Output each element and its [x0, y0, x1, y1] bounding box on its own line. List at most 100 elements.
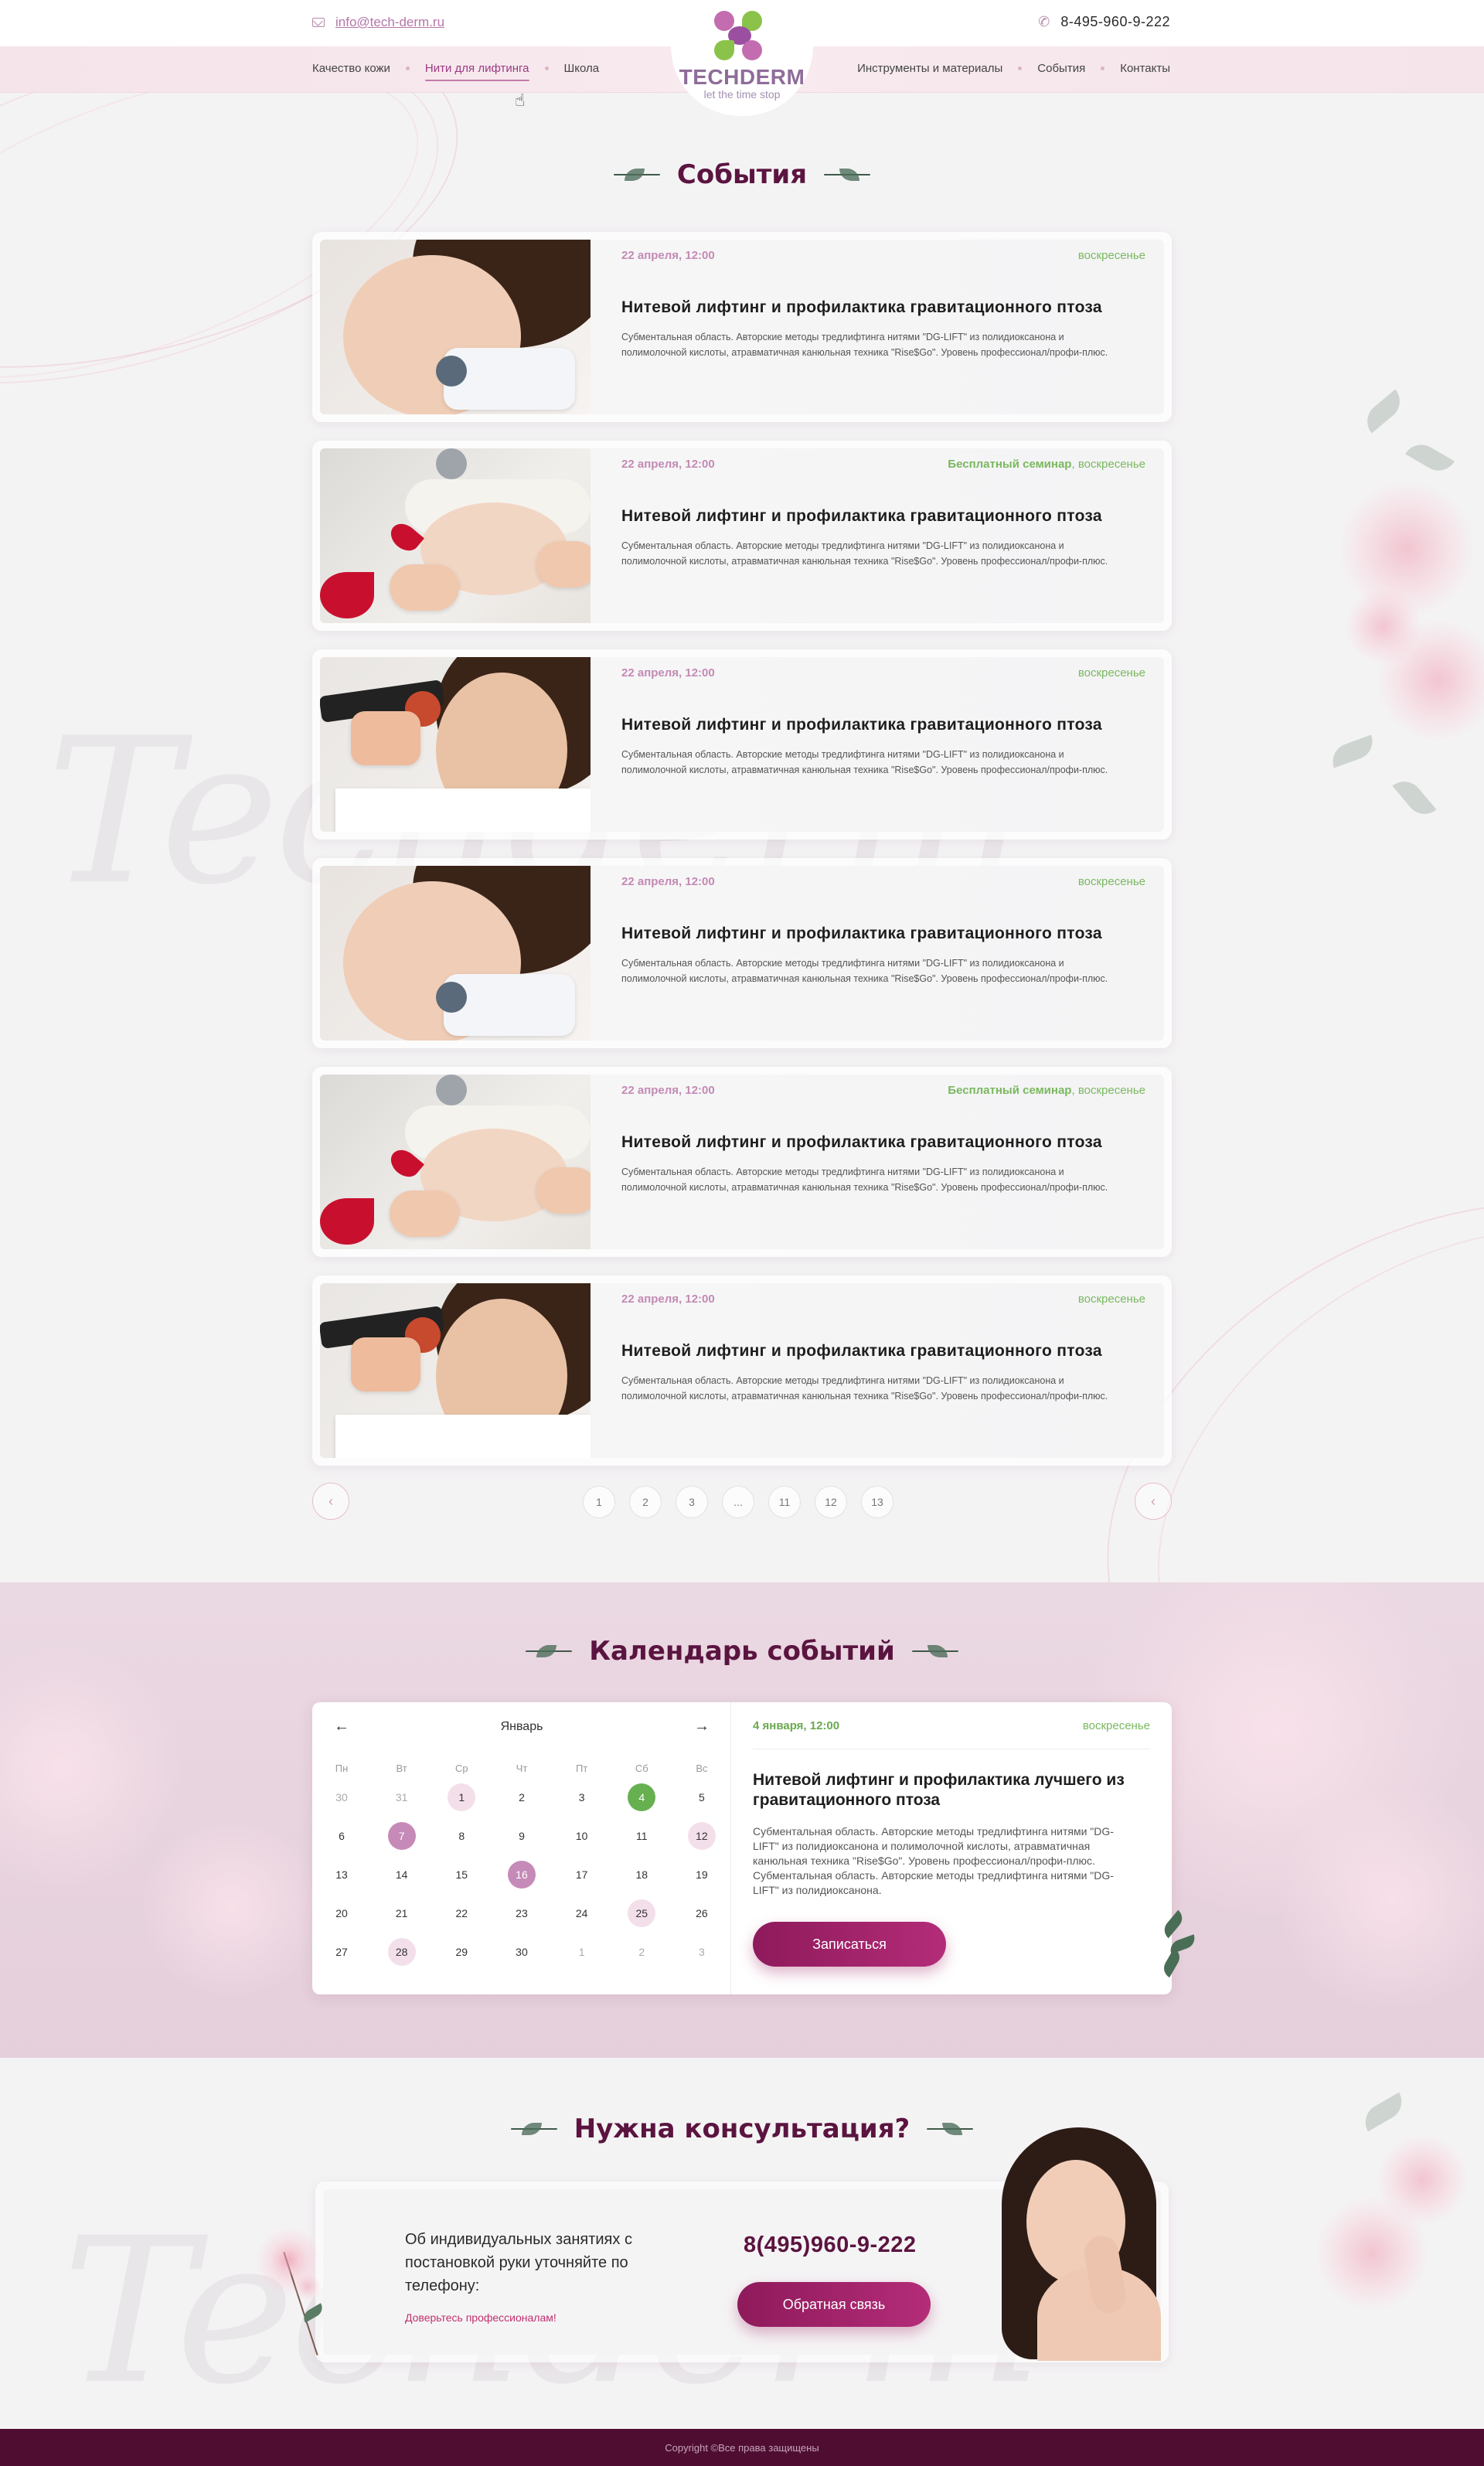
- nav-item-lifting-threads[interactable]: Нити для лифтинга: [424, 62, 529, 81]
- calendar-day[interactable]: 8: [448, 1822, 475, 1850]
- signup-button[interactable]: Записаться: [753, 1922, 946, 1967]
- event-description: Субментальная область. Авторские методы …: [621, 958, 1108, 984]
- event-date: 22 апреля, 12:00: [621, 458, 715, 471]
- device-treatment-photo[interactable]: [320, 1283, 591, 1458]
- pagination-page-button[interactable]: 3: [676, 1486, 708, 1518]
- event-card[interactable]: 22 апреля, 12:00 Бесплатный семинар, воск…: [312, 1067, 1172, 1257]
- logo-title: TECHDERM: [679, 65, 805, 89]
- calendar-day[interactable]: 30: [508, 1938, 536, 1966]
- calendar-day[interactable]: 2: [628, 1938, 655, 1966]
- calendar-day[interactable]: 3: [688, 1938, 716, 1966]
- nav-item-contacts[interactable]: Контакты: [1120, 62, 1170, 75]
- event-title[interactable]: Нитевой лифтинг и профилактика гравитаци…: [621, 298, 1102, 317]
- arrow-left-icon[interactable]: ←: [334, 1718, 349, 1735]
- calendar-weekdays: Пн Вт Ср Чт Пт Сб Вс: [328, 1758, 716, 1778]
- calendar-day[interactable]: 15: [448, 1861, 475, 1889]
- sprig-right-icon: [824, 167, 870, 182]
- calendar-day[interactable]: 25: [628, 1899, 656, 1927]
- event-card[interactable]: 22 апреля, 12:00 воскресенье Нитевой лифти…: [312, 232, 1172, 422]
- calendar-day[interactable]: 5: [688, 1783, 716, 1811]
- spa-massage-photo[interactable]: [320, 448, 591, 623]
- calendar-day[interactable]: 11: [628, 1822, 655, 1850]
- event-card[interactable]: 22 апреля, 12:00 воскресенье Нитевой лифти…: [312, 858, 1172, 1048]
- calendar-day[interactable]: 13: [328, 1861, 356, 1889]
- face-treatment-photo[interactable]: [320, 866, 591, 1041]
- calendar-day[interactable]: 29: [448, 1938, 475, 1966]
- calendar-week: 27 28 29 30 1 2 3: [328, 1933, 716, 1971]
- callback-button[interactable]: Обратная связь: [737, 2282, 931, 2327]
- pagination-page-button[interactable]: 13: [861, 1486, 893, 1518]
- consult-phone[interactable]: 8(495)960-9-222: [744, 2233, 917, 2258]
- arrow-right-icon[interactable]: →: [694, 1718, 710, 1735]
- phone-number[interactable]: 8-495-960-9-222: [1060, 14, 1170, 30]
- event-tag-weekday: воскресенье: [1077, 875, 1145, 888]
- event-tag: Бесплатный семинар, воскресенье: [948, 1084, 1145, 1097]
- event-tag-weekday: , воскресенье: [1071, 1084, 1145, 1097]
- calendar-day[interactable]: 20: [328, 1899, 356, 1927]
- chevron-left-icon: ‹: [1151, 1493, 1156, 1509]
- event-title[interactable]: Нитевой лифтинг и профилактика гравитаци…: [621, 1342, 1102, 1361]
- event-card-inner: 22 апреля, 12:00 Бесплатный семинар, воск…: [320, 448, 1164, 623]
- calendar-title: Календарь событий: [589, 1636, 895, 1667]
- calendar-event-date: 4 января, 12:00: [753, 1719, 840, 1732]
- calendar-day[interactable]: 30: [328, 1783, 356, 1811]
- calendar-day[interactable]: 4: [628, 1783, 656, 1811]
- calendar-day[interactable]: 31: [388, 1783, 416, 1811]
- event-title[interactable]: Нитевой лифтинг и профилактика гравитаци…: [621, 925, 1102, 943]
- event-card[interactable]: 22 апреля, 12:00 воскресенье Нитевой лифти…: [312, 649, 1172, 840]
- calendar-event-title[interactable]: Нитевой лифтинг и профилактика лучшего и…: [753, 1770, 1155, 1810]
- calendar-day[interactable]: 22: [448, 1899, 475, 1927]
- consult-title: Нужна консультация?: [574, 2113, 910, 2144]
- event-tag: воскресенье: [1078, 875, 1145, 888]
- calendar-day[interactable]: 3: [568, 1783, 596, 1811]
- pagination-page-button[interactable]: 2: [629, 1486, 662, 1518]
- event-title[interactable]: Нитевой лифтинг и профилактика гравитаци…: [621, 507, 1102, 526]
- pagination-page-button[interactable]: 1: [583, 1486, 615, 1518]
- calendar-day[interactable]: 12: [687, 1822, 716, 1850]
- calendar-day[interactable]: 26: [688, 1899, 716, 1927]
- calendar-day[interactable]: 27: [328, 1938, 356, 1966]
- calendar-day[interactable]: 14: [388, 1861, 416, 1889]
- calendar-week: 13 14 15 16 17 18 19: [328, 1855, 716, 1894]
- nav-item-events[interactable]: События: [1037, 62, 1085, 75]
- calendar-day[interactable]: 16: [507, 1861, 536, 1889]
- pagination-page-button[interactable]: ...: [722, 1486, 754, 1518]
- nav-item-tools[interactable]: Инструменты и материалы: [857, 62, 1002, 75]
- pagination-page-button[interactable]: 11: [768, 1486, 801, 1518]
- event-title[interactable]: Нитевой лифтинг и профилактика гравитаци…: [621, 716, 1102, 734]
- calendar-day[interactable]: 17: [568, 1861, 596, 1889]
- calendar-day[interactable]: 1: [568, 1938, 596, 1966]
- calendar-day[interactable]: 24: [568, 1899, 596, 1927]
- calendar-month: Январь: [500, 1719, 543, 1733]
- calendar-day[interactable]: 19: [688, 1861, 716, 1889]
- face-treatment-photo[interactable]: [320, 240, 591, 414]
- sprig-left-icon: [613, 167, 660, 182]
- event-card[interactable]: 22 апреля, 12:00 Бесплатный семинар, воск…: [312, 441, 1172, 631]
- pagination-pages: 1 2 3... 11 12 13: [583, 1486, 893, 1518]
- calendar-day[interactable]: 23: [508, 1899, 536, 1927]
- pagination-prev-button[interactable]: ‹: [312, 1483, 349, 1520]
- calendar-day[interactable]: 28: [387, 1938, 416, 1966]
- header-phone: ✆ 8-495-960-9-222: [1037, 13, 1170, 30]
- event-date: 22 апреля, 12:00: [621, 875, 715, 888]
- calendar-day[interactable]: 9: [508, 1822, 536, 1850]
- nav-item-school[interactable]: Школа: [564, 62, 600, 75]
- pagination-next-button[interactable]: ‹: [1135, 1483, 1172, 1520]
- pagination-page-button[interactable]: 12: [815, 1486, 847, 1518]
- device-treatment-photo[interactable]: [320, 657, 591, 832]
- calendar-day[interactable]: 21: [388, 1899, 416, 1927]
- email-link[interactable]: info@tech-derm.ru: [335, 15, 444, 30]
- calendar-day[interactable]: 1: [448, 1783, 476, 1811]
- event-tag-weekday: воскресенье: [1077, 249, 1145, 262]
- nav-item-skin-quality[interactable]: Качество кожи: [312, 62, 390, 75]
- calendar-day[interactable]: 6: [328, 1822, 356, 1850]
- flower-decoration-icon: [263, 2234, 340, 2358]
- event-title[interactable]: Нитевой лифтинг и профилактика гравитаци…: [621, 1133, 1102, 1152]
- calendar-day[interactable]: 18: [628, 1861, 655, 1889]
- calendar-day[interactable]: 7: [387, 1822, 416, 1850]
- event-date: 22 апреля, 12:00: [621, 1293, 715, 1306]
- calendar-day[interactable]: 2: [508, 1783, 536, 1811]
- event-card[interactable]: 22 апреля, 12:00 воскресенье Нитевой лифти…: [312, 1276, 1172, 1466]
- spa-massage-photo[interactable]: [320, 1075, 591, 1249]
- calendar-day[interactable]: 10: [568, 1822, 596, 1850]
